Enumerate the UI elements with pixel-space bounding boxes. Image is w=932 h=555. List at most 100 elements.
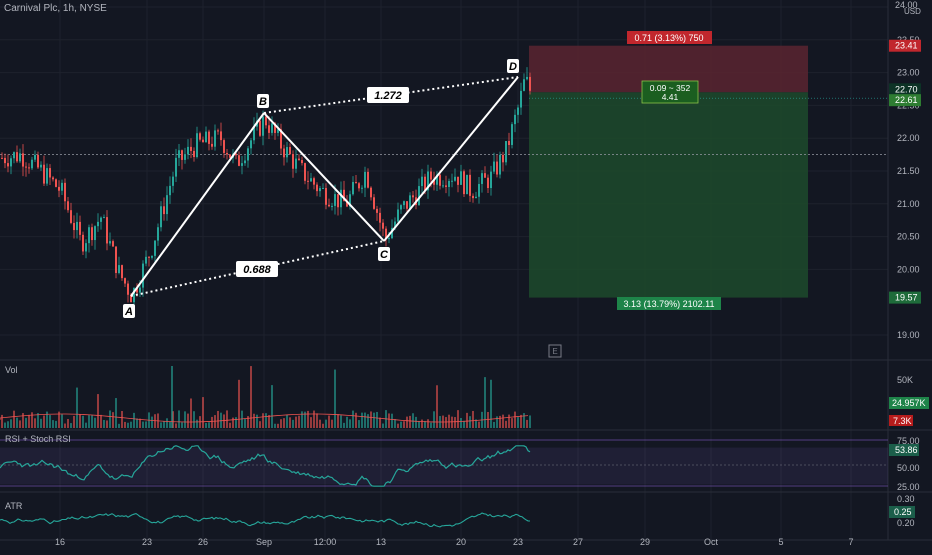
- volume-bar: [4, 422, 6, 428]
- volume-bar: [171, 366, 173, 428]
- volume-bar: [94, 417, 96, 428]
- candle-body: [202, 139, 204, 143]
- volume-bar: [289, 417, 291, 428]
- volume-bar: [418, 420, 420, 428]
- candle-body: [4, 157, 6, 164]
- candle-body: [487, 177, 489, 189]
- volume-bar: [22, 413, 24, 428]
- volume-bar: [208, 422, 210, 428]
- rsi-axis-tick: 25.00: [897, 482, 920, 492]
- volume-bar: [181, 422, 183, 428]
- volume-bar: [376, 411, 378, 428]
- candle-body: [139, 287, 141, 293]
- volume-bar: [280, 419, 282, 428]
- candle-body: [181, 150, 183, 160]
- candle-body: [157, 227, 159, 241]
- candle-body: [40, 164, 42, 168]
- volume-bar: [139, 418, 141, 428]
- candle-body: [454, 176, 456, 181]
- candle-body: [481, 173, 483, 184]
- candle-body: [328, 204, 330, 207]
- candle-body: [169, 185, 171, 196]
- candle-body: [262, 116, 264, 136]
- price-axis-tick: 19.00: [897, 330, 920, 340]
- volume-bar: [487, 411, 489, 428]
- volume-bar: [433, 411, 435, 428]
- candle-body: [388, 238, 390, 240]
- candle-body: [370, 187, 372, 198]
- volume-bar: [520, 414, 522, 428]
- volume-bar: [262, 413, 264, 428]
- volume-bar: [19, 420, 21, 428]
- volume-bar: [142, 421, 144, 428]
- volume-bar: [31, 412, 33, 428]
- volume-bar: [271, 385, 273, 428]
- candle-body: [457, 176, 459, 185]
- candle-body: [91, 227, 93, 241]
- volume-bar: [316, 413, 318, 428]
- candle-body: [286, 147, 288, 158]
- candle-body: [46, 168, 48, 184]
- volume-bar: [160, 422, 162, 428]
- chart-root[interactable]: A B C D 0.688 1.272 0.71 (3.13%) 750 3.13 (13.7…: [0, 0, 932, 550]
- candle-body: [319, 188, 321, 192]
- candle-body: [58, 186, 60, 191]
- volume-bar: [313, 410, 315, 428]
- price-badge-entry-text: 22.70: [895, 84, 918, 94]
- take-profit-zone[interactable]: [529, 92, 808, 298]
- candle-body: [154, 240, 156, 256]
- volume-bar: [40, 418, 42, 428]
- candle-body: [112, 241, 114, 247]
- volume-bar: [406, 416, 408, 428]
- volume-bar: [112, 412, 114, 428]
- volume-axis-tick: 50K: [897, 375, 913, 385]
- atr-title: ATR: [5, 501, 23, 511]
- candle-body: [337, 194, 339, 208]
- candle-body: [199, 133, 201, 140]
- rsi-axis-tick: 50.00: [897, 463, 920, 473]
- volume-bar: [478, 421, 480, 428]
- candle-body: [142, 263, 144, 288]
- volume-bar: [79, 414, 81, 428]
- volume-badge-text: 24.957K: [892, 398, 926, 408]
- price-badge-current-text: 22.61: [895, 95, 918, 105]
- candle-body: [247, 148, 249, 161]
- candle-body: [469, 174, 471, 196]
- candle-body: [295, 158, 297, 169]
- volume-bar: [403, 421, 405, 428]
- volume-bar: [103, 419, 105, 428]
- candle-body: [472, 195, 474, 199]
- candle-body: [196, 133, 198, 158]
- candle-body: [73, 222, 75, 231]
- volume-bar: [373, 412, 375, 428]
- volume-bar: [460, 418, 462, 428]
- candle-body: [178, 150, 180, 158]
- volume-bar: [205, 423, 207, 428]
- chart-canvas[interactable]: A B C D 0.688 1.272 0.71 (3.13%) 750 3.13 (13.7…: [0, 0, 932, 550]
- candle-body: [163, 206, 165, 215]
- volume-bar: [505, 420, 507, 428]
- candle-body: [520, 90, 522, 108]
- volume-bar: [379, 417, 381, 428]
- candle-body: [250, 140, 252, 149]
- candle-body: [19, 153, 21, 162]
- volume-bar: [454, 417, 456, 428]
- candle-body: [106, 217, 108, 244]
- target-label: 3.13 (13.79%) 2102.11: [624, 299, 715, 309]
- volume-bar: [523, 413, 525, 428]
- time-axis-tick: 12:00: [314, 537, 337, 547]
- candle-body: [10, 158, 12, 167]
- volume-bar: [391, 413, 393, 428]
- candle-body: [475, 196, 477, 199]
- candle-body: [340, 189, 342, 208]
- candle-body: [70, 210, 72, 223]
- volume-bar: [346, 416, 348, 428]
- candle-body: [76, 221, 78, 231]
- volume-bar: [286, 414, 288, 428]
- candle-body: [283, 148, 285, 158]
- candle-body: [205, 131, 207, 143]
- volume-bar: [187, 413, 189, 428]
- candle-body: [367, 171, 369, 188]
- volume-bar: [196, 419, 198, 428]
- volume-bar: [136, 418, 138, 428]
